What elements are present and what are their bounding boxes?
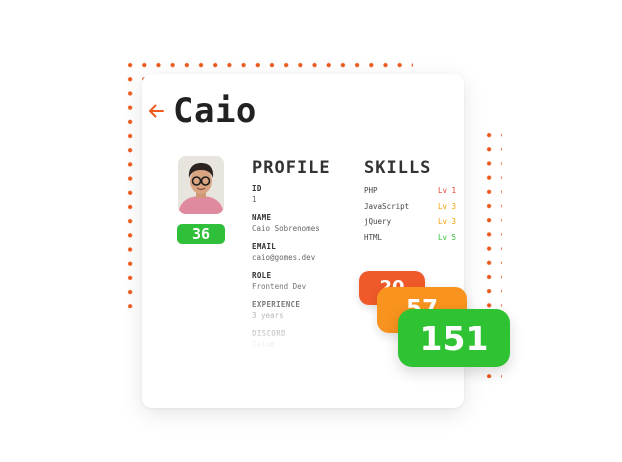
skill-level: Lv 5 — [437, 232, 456, 242]
field-label: EXPERIENCE — [252, 300, 301, 309]
field-label: DISCORD — [252, 329, 286, 338]
field-label: ID — [252, 184, 262, 193]
profile-field-list: ID 1 NAME Caio Sobrenomes EMAIL caio@gom… — [252, 184, 362, 359]
field-label: EMAIL — [252, 242, 277, 251]
back-arrow-icon[interactable] — [146, 101, 166, 121]
field-value: Frontend Dev — [252, 282, 307, 291]
field-label: NAME — [252, 213, 272, 222]
profile-heading: PROFILE — [252, 158, 331, 178]
skill-name: PHP — [364, 186, 378, 195]
skill-name: jQuery — [364, 217, 392, 226]
skill-name: HTML — [364, 232, 383, 242]
field-value: 1 — [252, 195, 257, 204]
profile-photo-icon — [178, 156, 224, 214]
skills-list: PHP Lv 1 JavaScript Lv 3 jQuery Lv 3 HTM… — [364, 185, 456, 247]
field-email: EMAIL caio@gomes.dev — [252, 242, 362, 271]
skill-row: JavaScript Lv 3 — [364, 201, 456, 217]
field-value: Caio# — [252, 340, 275, 349]
skill-row: PHP Lv 1 — [364, 185, 456, 201]
field-name: NAME Caio Sobrenomes — [252, 213, 362, 242]
skill-name: JavaScript — [364, 201, 410, 211]
field-experience: EXPERIENCE 3 years — [252, 300, 362, 329]
field-discord: DISCORD Caio# — [252, 329, 362, 358]
skill-level: Lv 3 — [437, 201, 456, 211]
score-bubble-green: 151 — [398, 309, 510, 367]
skills-heading: SKILLS — [364, 158, 432, 178]
field-value: Caio Sobrenomes — [252, 224, 320, 233]
skill-row: jQuery Lv 3 — [364, 216, 456, 232]
field-label: ROLE — [252, 271, 272, 280]
field-value: 3 years — [252, 311, 284, 320]
field-id: ID 1 — [252, 184, 362, 213]
field-role: ROLE Frontend Dev — [252, 271, 362, 300]
skill-level: Lv 1 — [437, 186, 456, 195]
level-badge: 36 — [177, 224, 225, 244]
skill-row: HTML Lv 5 — [364, 232, 456, 248]
field-value: caio@gomes.dev — [252, 253, 316, 262]
profile-name: Caio — [173, 91, 257, 131]
skill-level: Lv 3 — [437, 217, 456, 226]
